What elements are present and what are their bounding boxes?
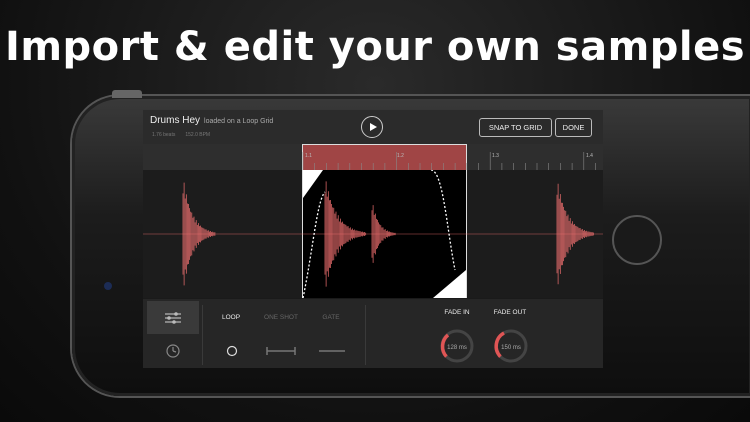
snap-to-grid-button[interactable]: SNAP TO GRID — [479, 118, 552, 137]
play-button[interactable] — [361, 116, 383, 138]
fade-out-value: 150 ms — [501, 345, 521, 351]
tick-label: 1.4 — [586, 153, 593, 159]
tick-label: 1.2 — [397, 153, 404, 159]
tick-label: 1.3 — [492, 153, 499, 159]
sliders-tool-button[interactable] — [147, 301, 199, 334]
fade-in-label: FADE IN — [444, 309, 470, 316]
bpm-readout: 152.0 BPM — [185, 132, 211, 138]
editor-header: Drums Hey loaded on a Loop Grid 1.76 beat… — [143, 110, 603, 144]
fade-in-curve[interactable] — [302, 191, 326, 298]
timing-tool-button[interactable] — [147, 335, 199, 367]
sample-meta: 1.76 beats 152.0 BPM — [152, 132, 220, 138]
front-camera — [104, 282, 112, 290]
sliders-icon — [165, 311, 181, 324]
tool-column — [147, 301, 199, 367]
fade-out-corner — [433, 270, 466, 298]
loop-radio[interactable] — [225, 344, 239, 358]
waveform — [143, 170, 603, 298]
fade-in-value: 128 ms — [447, 345, 467, 351]
play-icon — [369, 123, 377, 131]
headline: Import & edit your own samples — [4, 24, 746, 70]
one-shot-icon[interactable] — [265, 346, 297, 356]
gate-icon[interactable] — [317, 346, 347, 356]
control-panel: LOOP ONE SHOT GATE FADE IN 128 ms FADE O… — [143, 298, 603, 368]
sample-title: Drums Hey loaded on a Loop Grid — [150, 115, 273, 126]
sample-subtitle: loaded on a Loop Grid — [204, 118, 274, 125]
divider — [365, 305, 366, 365]
mode-gate-label[interactable]: GATE — [301, 314, 361, 321]
done-button[interactable]: DONE — [555, 118, 592, 137]
tick-label: 1.1 — [305, 153, 312, 159]
app-screen: Drums Hey loaded on a Loop Grid 1.76 beat… — [143, 110, 603, 368]
beats-readout: 1.76 beats — [152, 132, 176, 138]
fade-in-corner — [303, 170, 323, 198]
sample-name: Drums Hey — [150, 115, 201, 126]
home-button[interactable] — [612, 215, 662, 265]
volume-button — [112, 90, 142, 98]
ruler-ticks — [302, 152, 596, 170]
fade-out-curve[interactable] — [430, 170, 456, 271]
clock-icon — [166, 344, 180, 358]
timeline-ruler[interactable]: 1.1 1.2 1.3 1.4 — [143, 144, 603, 170]
fade-out-label: FADE OUT — [493, 309, 527, 316]
